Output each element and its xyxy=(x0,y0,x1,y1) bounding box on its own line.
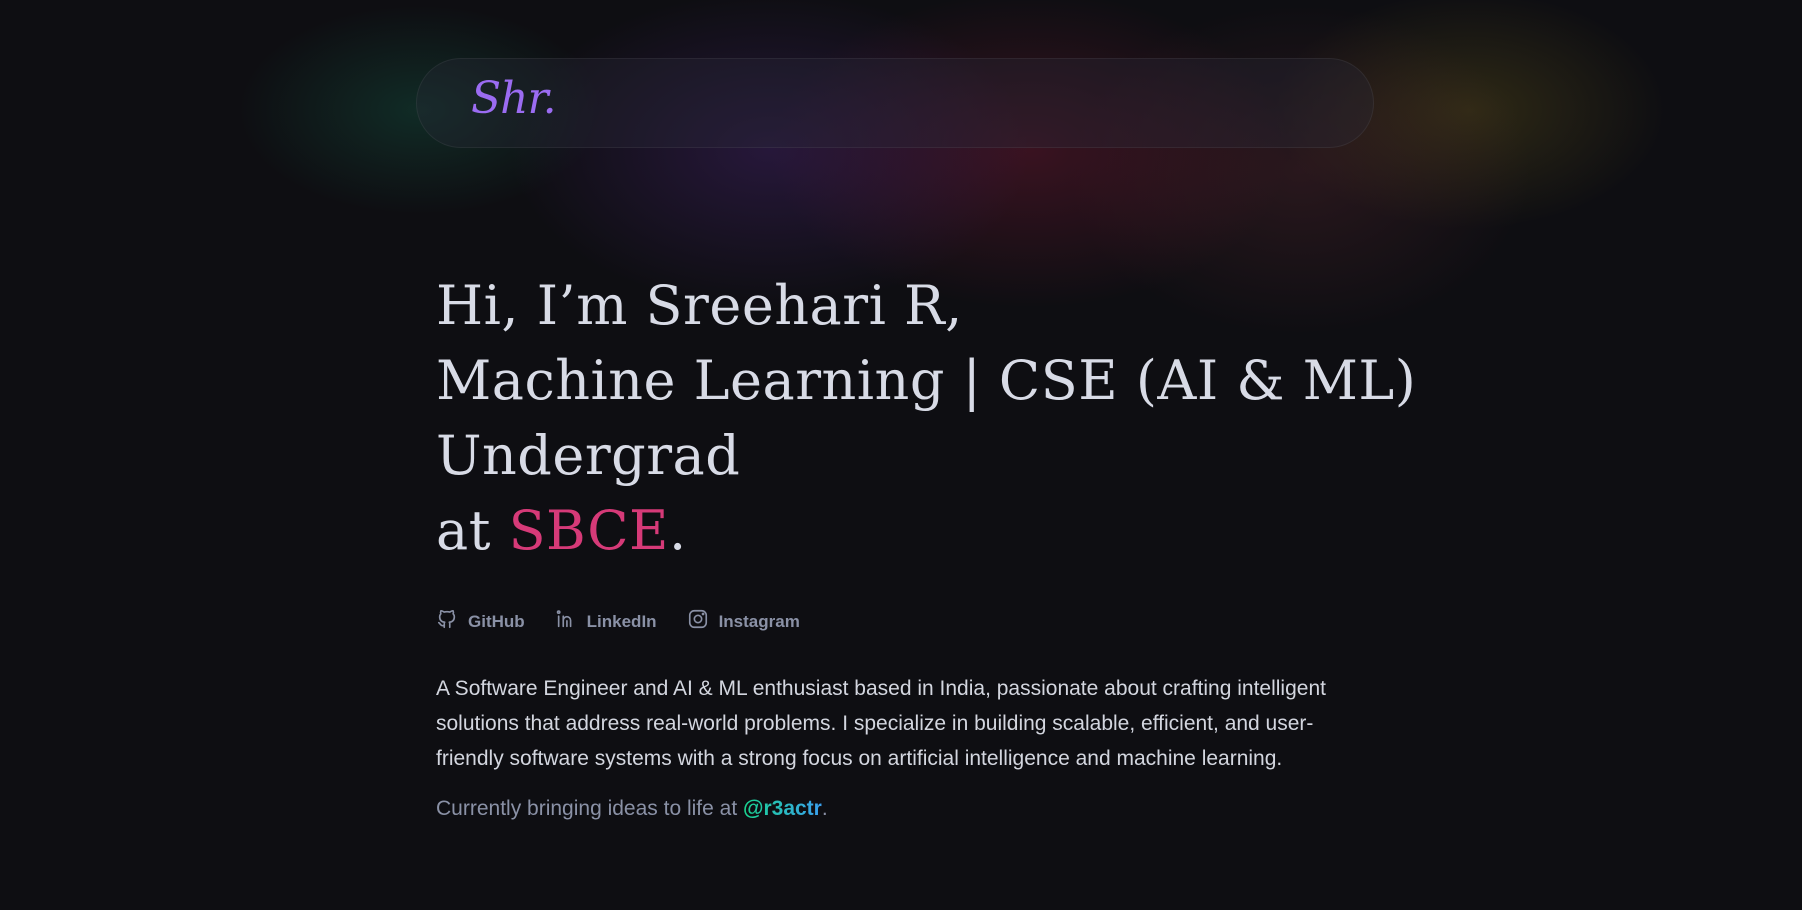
hero-section: Hi, I’m Sreehari R, Machine Learning | C… xyxy=(436,268,1417,842)
linkedin-label: LinkedIn xyxy=(586,611,657,631)
headline-suffix: . xyxy=(668,499,687,562)
github-label: GitHub xyxy=(468,611,525,631)
navbar: Shr. xyxy=(416,58,1374,148)
bio-paragraph: A Software Engineer and AI & ML enthusia… xyxy=(436,677,1326,770)
instagram-icon xyxy=(687,608,709,635)
linkedin-icon xyxy=(555,608,577,635)
headline-prefix: at xyxy=(436,499,509,562)
current-suffix: . xyxy=(821,797,828,820)
company-link[interactable]: @r3actr xyxy=(743,797,822,820)
github-link[interactable]: GitHub xyxy=(436,608,525,635)
college-highlight: SBCE xyxy=(508,499,669,562)
headline-line-4: at SBCE. xyxy=(436,493,1356,568)
instagram-label: Instagram xyxy=(718,611,800,631)
headline-line-3: Undergrad xyxy=(436,424,741,487)
headline-line-2: Machine Learning | CSE (AI & ML) xyxy=(436,349,1417,412)
site-logo[interactable]: Shr. xyxy=(471,73,557,124)
headline-line-1: Hi, I’m Sreehari R, xyxy=(436,274,963,337)
social-links: GitHub LinkedIn Instagram xyxy=(436,608,1356,635)
linkedin-link[interactable]: LinkedIn xyxy=(555,608,657,635)
github-icon xyxy=(436,608,458,635)
instagram-link[interactable]: Instagram xyxy=(687,608,800,635)
hero-headline: Hi, I’m Sreehari R, Machine Learning | C… xyxy=(436,268,1417,568)
current-work: Currently bringing ideas to life at @r3a… xyxy=(436,797,1356,821)
current-prefix: Currently bringing ideas to life at xyxy=(436,797,743,820)
